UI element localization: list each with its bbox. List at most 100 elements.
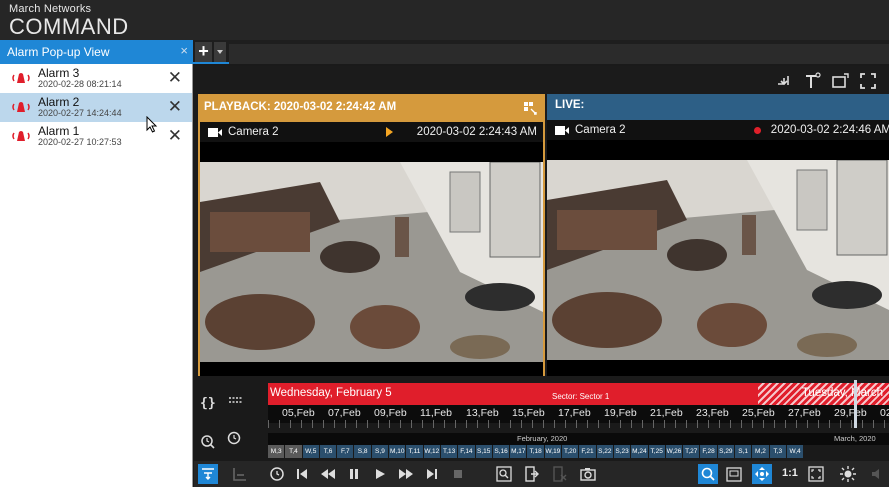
timeline-day-cell[interactable]: T,27: [683, 445, 701, 458]
search-video-icon[interactable]: [496, 466, 512, 482]
timeline-day-label[interactable]: 02: [880, 407, 889, 419]
timeline-day-cell[interactable]: S,23: [613, 445, 632, 458]
timeline-day-cell[interactable]: F,21: [579, 445, 597, 458]
camera-icon: [208, 128, 222, 137]
live-pane[interactable]: LIVE: Camera 2 2020-03-02 2:24:46 AM: [547, 94, 889, 376]
calendar-icon[interactable]: [726, 466, 742, 482]
timeline-day-label[interactable]: 13,Feb: [466, 407, 499, 419]
export-disabled-icon[interactable]: [552, 466, 568, 482]
timeline-day-cell[interactable]: F,7: [337, 445, 355, 458]
alarm-item[interactable]: Alarm 2 2020-02-27 14:24:44 ✕: [0, 93, 192, 122]
timeline-day-cell[interactable]: S,15: [475, 445, 493, 458]
alarm-item[interactable]: Alarm 3 2020-02-28 08:21:14 ✕: [0, 64, 192, 93]
alarm-item[interactable]: Alarm 1 2020-02-27 10:27:53 ✕: [0, 122, 192, 151]
timeline-day-label[interactable]: 11,Feb: [420, 407, 452, 419]
timeline-day-label[interactable]: 17,Feb: [558, 407, 591, 419]
timeline-day-cell[interactable]: F,14: [458, 445, 476, 458]
export-view-icon[interactable]: [773, 70, 795, 92]
tab-dropdown-button[interactable]: [214, 42, 226, 62]
clock-icon[interactable]: [226, 430, 242, 446]
timeline-day-cell[interactable]: M,10: [389, 445, 407, 458]
sync-mode-icon[interactable]: [198, 464, 218, 484]
ratio-label[interactable]: 1:1: [782, 467, 798, 479]
snapshot-icon[interactable]: [580, 466, 596, 482]
timeline-day-label[interactable]: 15,Feb: [512, 407, 545, 419]
fullscreen-icon[interactable]: [857, 70, 879, 92]
skip-back-icon[interactable]: [294, 466, 310, 482]
play-icon[interactable]: [372, 466, 388, 482]
timeline-day-label[interactable]: 29,Feb: [834, 407, 867, 419]
tab-close-icon[interactable]: ×: [180, 43, 188, 58]
timeline[interactable]: {} Wednesday, February 5 Sector: Sector …: [194, 380, 889, 462]
tab-alarm-popup-view[interactable]: Alarm Pop-up View ×: [0, 40, 193, 64]
timeline-date-bar[interactable]: Wednesday, February 5 Sector: Sector 1 T…: [268, 383, 889, 405]
timeline-day-cell[interactable]: T,3: [769, 445, 787, 458]
brightness-icon[interactable]: [840, 466, 856, 482]
live-camera-name: Camera 2: [575, 124, 626, 136]
timeline-day-label[interactable]: 23,Feb: [696, 407, 729, 419]
timeline-day-cell[interactable]: T,25: [648, 445, 666, 458]
timeline-day-cell[interactable]: W,19: [544, 445, 563, 458]
timeline-day-cell[interactable]: T,4: [285, 445, 303, 458]
bookmark-lane-icon[interactable]: [232, 466, 248, 482]
timeline-day-cell[interactable]: S,16: [492, 445, 511, 458]
timeline-day-label[interactable]: 25,Feb: [742, 407, 775, 419]
close-icon[interactable]: ✕: [168, 98, 182, 116]
timeline-day-cell[interactable]: W,26: [665, 445, 684, 458]
timeline-day-cells[interactable]: M,3 T,4 W,5 T,6 F,7 S,8 S,9 M,10 T,11 W,12 T,13 F,1…: [268, 445, 889, 458]
timeline-day-cell[interactable]: S,22: [596, 445, 614, 458]
fast-forward-icon[interactable]: [398, 466, 414, 482]
timeline-day-cell[interactable]: S,9: [371, 445, 390, 458]
timeline-day-label[interactable]: 19,Feb: [604, 407, 637, 419]
timeline-day-cell[interactable]: W,5: [302, 445, 320, 458]
timeline-day-cell[interactable]: T,11: [406, 445, 424, 458]
timeline-day-cell[interactable]: M,24: [631, 445, 649, 458]
search-time-icon[interactable]: [200, 434, 216, 450]
timeline-day-cell[interactable]: T,13: [440, 445, 459, 458]
live-header: LIVE:: [547, 94, 889, 120]
playback-pane[interactable]: PLAYBACK: 2020-03-02 2:24:42 AM Camera 2…: [198, 94, 545, 376]
close-icon[interactable]: ✕: [168, 127, 182, 145]
export-icon[interactable]: [524, 466, 540, 482]
playback-video[interactable]: [200, 162, 543, 362]
tab-bar: Alarm Pop-up View × +: [0, 40, 889, 64]
pause-icon[interactable]: [346, 466, 362, 482]
timeline-day-cell[interactable]: T,20: [562, 445, 580, 458]
timeline-day-cell[interactable]: M,2: [752, 445, 770, 458]
timeline-day-cell[interactable]: S,1: [735, 445, 753, 458]
timeline-day-cell[interactable]: S,8: [354, 445, 372, 458]
volume-icon[interactable]: [870, 466, 886, 482]
timeline-cursor[interactable]: [854, 380, 857, 428]
add-tab-button[interactable]: +: [195, 42, 212, 62]
clock-icon[interactable]: [269, 466, 285, 482]
timeline-day-label[interactable]: 07,Feb: [328, 407, 361, 419]
stop-icon[interactable]: [450, 466, 466, 482]
bookmarks-icon[interactable]: [228, 394, 244, 410]
brackets-icon[interactable]: {}: [200, 394, 216, 410]
timeline-day-label[interactable]: 05,Feb: [282, 407, 315, 419]
timeline-day-cell[interactable]: T,6: [319, 445, 338, 458]
timeline-day-cell[interactable]: W,12: [423, 445, 441, 458]
live-time: 2020-03-02 2:24:46 AM: [770, 124, 889, 136]
timeline-day-cell[interactable]: F,28: [700, 445, 718, 458]
fit-screen-icon[interactable]: [808, 466, 824, 482]
rewind-icon[interactable]: [320, 466, 336, 482]
timeline-day-cell[interactable]: M,17: [510, 445, 528, 458]
timeline-day-cell[interactable]: M,3: [268, 445, 286, 458]
zoom-icon[interactable]: [698, 464, 718, 484]
timeline-day-cell[interactable]: S,29: [717, 445, 736, 458]
record-icon: [754, 127, 761, 134]
ptz-icon[interactable]: [752, 464, 772, 484]
timeline-day-cell[interactable]: W,4: [786, 445, 805, 458]
timeline-day-label[interactable]: 27,Feb: [788, 407, 821, 419]
skip-forward-icon[interactable]: [424, 466, 440, 482]
timeline-day-cell[interactable]: T,18: [527, 445, 545, 458]
timeline-day-label[interactable]: 21,Feb: [650, 407, 683, 419]
grid-icon[interactable]: [523, 101, 537, 115]
live-video[interactable]: [547, 160, 889, 360]
close-icon[interactable]: ✕: [168, 69, 182, 87]
window-popout-icon[interactable]: [829, 70, 851, 92]
timeline-day-label[interactable]: 09,Feb: [374, 407, 407, 419]
live-title: LIVE:: [555, 99, 585, 111]
text-overlay-icon[interactable]: [801, 70, 823, 92]
